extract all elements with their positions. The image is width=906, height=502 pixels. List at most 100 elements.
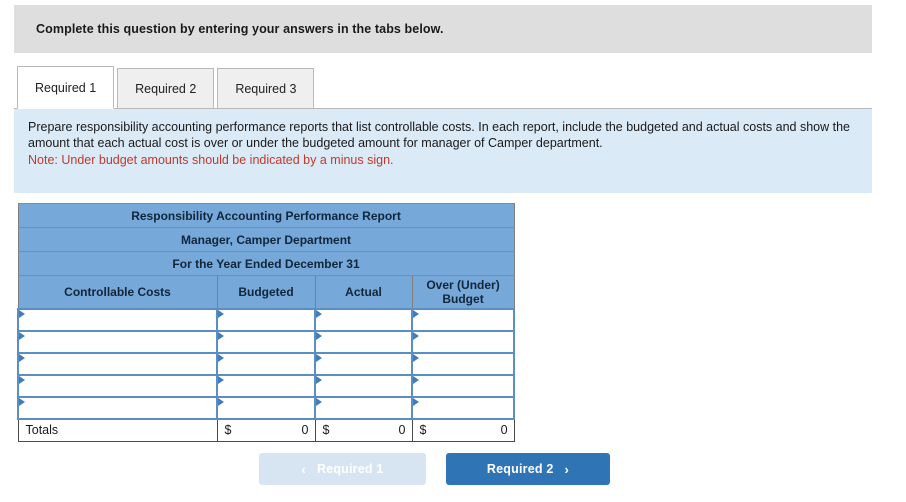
input-budgeted-4[interactable]: [225, 375, 312, 396]
cell-budgeted-2[interactable]: [216, 329, 316, 354]
input-budgeted-2[interactable]: [225, 331, 312, 352]
input-over-under-5[interactable]: [420, 397, 512, 418]
cell-over-under-4[interactable]: [410, 373, 516, 398]
table-row: [17, 395, 516, 420]
table-row: [17, 351, 516, 376]
question-panel: Complete this question by entering your …: [0, 0, 906, 502]
totals-actual-cell: $ 0: [314, 418, 413, 442]
input-over-under-4[interactable]: [420, 375, 512, 396]
cell-marker-icon: [218, 397, 224, 406]
currency-symbol: $: [322, 422, 330, 437]
input-cost-2[interactable]: [26, 331, 214, 352]
report-title-1: Responsibility Accounting Performance Re…: [17, 203, 515, 228]
previous-requirement-button[interactable]: ‹ Required 1: [259, 453, 426, 485]
cell-over-under-5[interactable]: [410, 395, 516, 420]
cell-over-under-1[interactable]: [410, 307, 516, 332]
cell-cost-3[interactable]: [17, 351, 218, 376]
totals-actual-value: 0: [398, 422, 406, 437]
cell-budgeted-3[interactable]: [216, 351, 316, 376]
input-cost-4[interactable]: [26, 375, 214, 396]
instructions-text: Prepare responsibility accounting perfor…: [28, 120, 851, 150]
cell-marker-icon: [413, 397, 419, 406]
cell-budgeted-1[interactable]: [216, 307, 316, 332]
cell-marker-icon: [19, 375, 25, 384]
input-actual-2[interactable]: [323, 331, 409, 352]
cell-budgeted-4[interactable]: [216, 373, 316, 398]
chevron-right-icon: ›: [564, 461, 570, 477]
input-cost-5[interactable]: [26, 397, 214, 418]
report-title-row-2: Manager, Camper Department: [17, 227, 515, 252]
table-row: [17, 329, 516, 354]
cell-marker-icon: [413, 375, 419, 384]
cell-over-under-2[interactable]: [410, 329, 516, 354]
cell-marker-icon: [19, 331, 25, 340]
chevron-left-icon: ‹: [301, 461, 306, 477]
requirement-tabs: Required 1 Required 2 Required 3: [17, 66, 317, 109]
cell-marker-icon: [19, 309, 25, 318]
instructions-note: Note: Under budget amounts should be ind…: [28, 153, 394, 167]
cell-cost-4[interactable]: [17, 373, 218, 398]
question-banner: Complete this question by entering your …: [14, 5, 872, 53]
input-actual-4[interactable]: [323, 375, 409, 396]
totals-over-under-value: 0: [500, 422, 508, 437]
cell-over-under-3[interactable]: [410, 351, 516, 376]
cell-actual-3[interactable]: [314, 351, 413, 376]
cell-marker-icon: [218, 375, 224, 384]
report-title-row-3: For the Year Ended December 31: [17, 251, 515, 276]
input-over-under-2[interactable]: [420, 331, 512, 352]
cell-cost-2[interactable]: [17, 329, 218, 354]
tab-required-3[interactable]: Required 3: [217, 68, 315, 109]
cell-budgeted-5[interactable]: [216, 395, 316, 420]
currency-symbol: $: [419, 422, 427, 437]
input-actual-5[interactable]: [323, 397, 409, 418]
cell-marker-icon: [413, 309, 419, 318]
tab-label: Required 3: [235, 81, 297, 96]
report-title-row-1: Responsibility Accounting Performance Re…: [17, 203, 515, 228]
input-budgeted-3[interactable]: [225, 353, 312, 374]
next-requirement-button[interactable]: Required 2 ›: [446, 453, 610, 485]
cell-cost-5[interactable]: [17, 395, 218, 420]
input-actual-1[interactable]: [323, 309, 409, 330]
input-over-under-1[interactable]: [420, 309, 512, 330]
cell-marker-icon: [316, 309, 322, 318]
next-requirement-label: Required 2: [486, 462, 554, 476]
input-budgeted-5[interactable]: [225, 397, 312, 418]
requirement-navigation: ‹ Required 1 Required 2 ›: [0, 453, 906, 487]
table-row: [17, 373, 516, 398]
input-budgeted-1[interactable]: [225, 309, 312, 330]
cell-marker-icon: [316, 353, 322, 362]
input-cost-1[interactable]: [26, 309, 214, 330]
tab-required-1[interactable]: Required 1: [17, 66, 115, 109]
report-column-header-row: Controllable Costs Budgeted Actual Over …: [17, 275, 515, 309]
totals-label-cell: Totals: [17, 418, 218, 442]
input-actual-3[interactable]: [323, 353, 409, 374]
cell-marker-icon: [316, 331, 322, 340]
cell-actual-1[interactable]: [314, 307, 413, 332]
cell-marker-icon: [218, 353, 224, 362]
banner-text: Complete this question by entering your …: [36, 22, 444, 36]
cell-marker-icon: [316, 397, 322, 406]
instructions-panel: Prepare responsibility accounting perfor…: [14, 109, 872, 193]
report-title-3: For the Year Ended December 31: [17, 251, 515, 276]
cell-actual-2[interactable]: [314, 329, 413, 354]
cell-marker-icon: [413, 331, 419, 340]
tab-label: Required 2: [135, 81, 197, 96]
totals-label: Totals: [25, 422, 59, 437]
tab-label: Required 1: [35, 80, 97, 95]
column-header-budgeted: Budgeted: [216, 275, 316, 309]
totals-over-under-cell: $ 0: [411, 418, 515, 442]
input-over-under-3[interactable]: [420, 353, 512, 374]
cell-cost-1[interactable]: [17, 307, 218, 332]
cell-actual-5[interactable]: [314, 395, 413, 420]
report-title-2: Manager, Camper Department: [17, 227, 515, 252]
cell-marker-icon: [218, 309, 224, 318]
tab-required-2[interactable]: Required 2: [117, 68, 215, 109]
totals-budgeted-value: 0: [301, 422, 309, 437]
column-header-controllable-costs: Controllable Costs: [17, 275, 218, 309]
cell-marker-icon: [413, 353, 419, 362]
cell-marker-icon: [218, 331, 224, 340]
table-row: [17, 307, 516, 332]
input-cost-3[interactable]: [26, 353, 214, 374]
cell-marker-icon: [316, 375, 322, 384]
cell-actual-4[interactable]: [314, 373, 413, 398]
